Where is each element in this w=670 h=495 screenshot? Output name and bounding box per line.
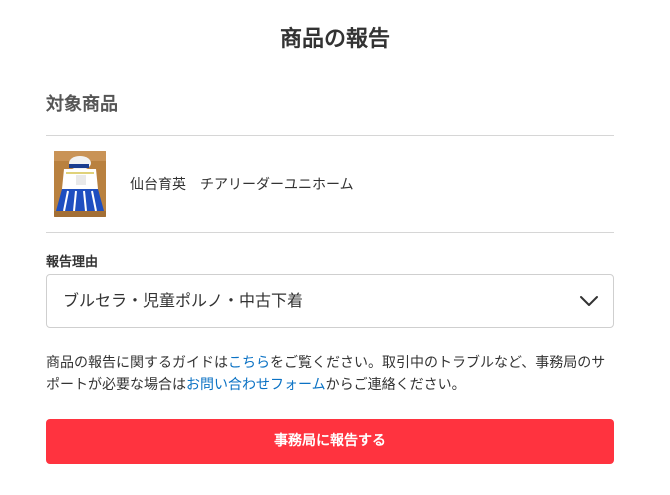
product-name: 仙台育英 チアリーダーユニホーム — [130, 177, 354, 193]
reason-label: 報告理由 — [46, 255, 99, 270]
target-product-row: 仙台育英 チアリーダーユニホーム — [46, 150, 614, 218]
guide-text-part-3: からご連絡ください。 — [325, 377, 466, 393]
page-title: 商品の報告 — [279, 27, 390, 52]
divider-top — [46, 135, 614, 136]
divider-bottom — [46, 232, 614, 233]
report-submit-button[interactable]: 事務局に報告する — [46, 419, 614, 464]
contact-form-link[interactable]: お問い合わせフォーム — [186, 377, 326, 393]
guide-text-part-1: 商品の報告に関するガイドは — [46, 355, 228, 371]
chevron-down-icon — [580, 296, 598, 306]
reason-selected-value: ブルセラ・児童ポルノ・中古下着 — [63, 291, 304, 310]
product-thumbnail[interactable] — [54, 151, 106, 217]
guide-text: 商品の報告に関するガイドはこちらをご覧ください。取引中のトラブルなど、事務局のサ… — [46, 352, 618, 396]
target-section-title: 対象商品 — [46, 94, 118, 115]
guide-link[interactable]: こちら — [228, 355, 270, 371]
product-thumbnail-image — [54, 151, 106, 217]
reason-select[interactable]: ブルセラ・児童ポルノ・中古下着 — [46, 274, 614, 328]
